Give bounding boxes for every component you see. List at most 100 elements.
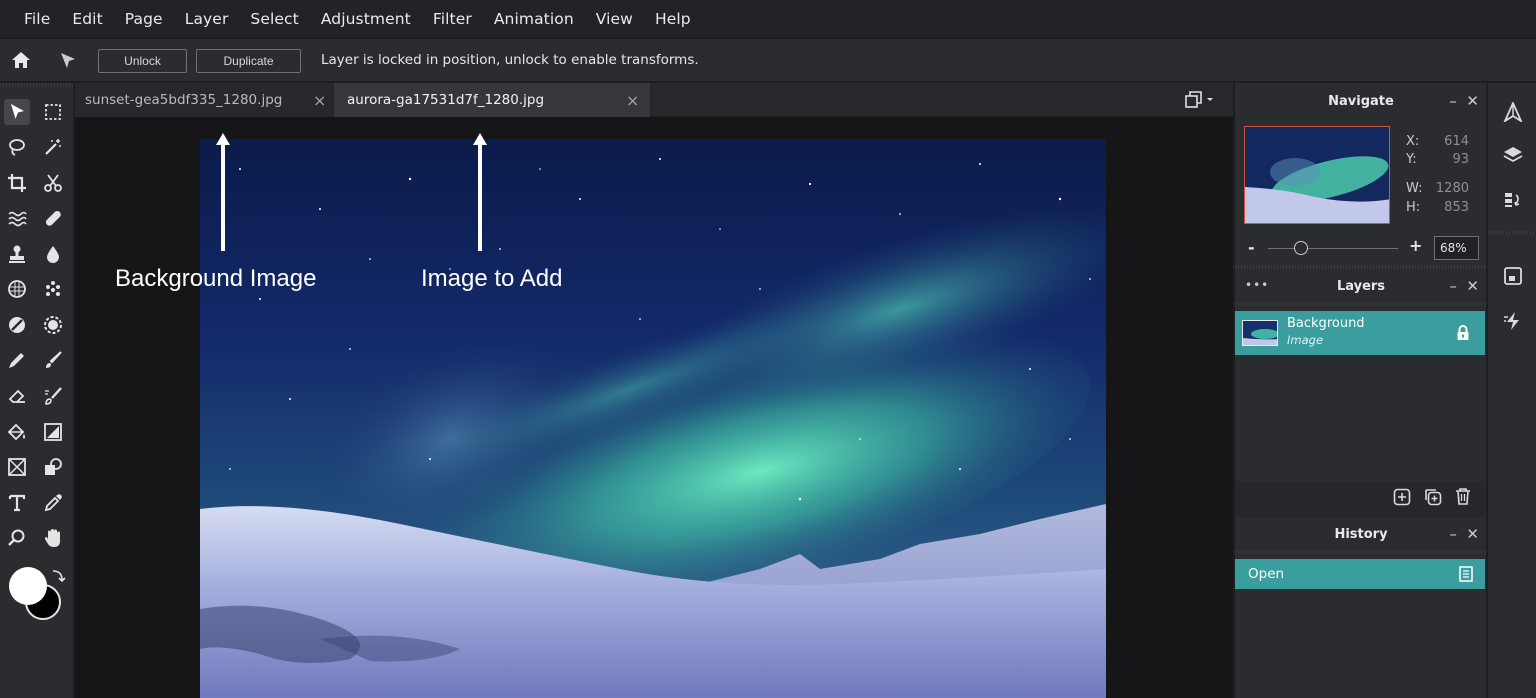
swap-colors-icon[interactable] <box>50 568 66 588</box>
w-value: 1280 <box>1435 181 1469 196</box>
navigator-thumbnail[interactable] <box>1244 126 1390 224</box>
home-icon[interactable] <box>11 50 31 74</box>
lock-status-message: Layer is locked in position, unlock to e… <box>321 52 699 68</box>
magic-wand-icon[interactable] <box>40 134 66 160</box>
arrow-up-icon <box>473 133 487 251</box>
dodge-icon[interactable] <box>4 312 30 338</box>
panel-divider <box>1235 302 1487 306</box>
menu-file[interactable]: File <box>20 10 54 28</box>
w-label: W: <box>1406 181 1423 196</box>
panel-grip <box>1488 231 1536 235</box>
minimize-icon[interactable]: – <box>1449 525 1457 543</box>
menu-view[interactable]: View <box>592 10 637 28</box>
zoom-slider-track[interactable] <box>1268 248 1398 249</box>
history-toggle-icon[interactable] <box>1500 187 1526 213</box>
liquify-icon[interactable] <box>4 205 30 231</box>
pointer-icon[interactable] <box>58 51 78 75</box>
move-tool-icon[interactable] <box>4 99 30 125</box>
layers-toggle-icon[interactable] <box>1500 141 1526 167</box>
lock-icon[interactable] <box>1456 325 1470 345</box>
close-icon[interactable]: ✕ <box>1466 92 1479 110</box>
close-icon[interactable]: ✕ <box>1466 277 1479 295</box>
actions-toggle-icon[interactable] <box>1500 308 1526 334</box>
close-icon[interactable]: × <box>313 91 326 110</box>
document-icon <box>1459 566 1473 586</box>
marquee-select-icon[interactable] <box>40 99 66 125</box>
layer-thumbnail <box>1242 320 1278 346</box>
panel-controls[interactable]: – ✕ <box>1449 277 1479 295</box>
spray-icon[interactable] <box>40 276 66 302</box>
bandage-icon[interactable] <box>40 205 66 231</box>
primary-color-swatch[interactable] <box>9 567 47 605</box>
tab-label: sunset-gea5bdf335_1280.jpg <box>85 92 283 108</box>
navigator-toggle-icon[interactable] <box>1500 99 1526 125</box>
background-image-annotation: Background Image <box>115 265 317 292</box>
minimize-icon[interactable]: – <box>1449 277 1457 295</box>
pattern-icon[interactable] <box>4 276 30 302</box>
smudge-icon[interactable] <box>40 383 66 409</box>
menu-layer[interactable]: Layer <box>181 10 233 28</box>
bucket-icon[interactable] <box>4 419 30 445</box>
menu-select[interactable]: Select <box>246 10 302 28</box>
properties-toggle-icon[interactable] <box>1500 263 1526 289</box>
menu-adjustment[interactable]: Adjustment <box>317 10 415 28</box>
tab-sunset[interactable]: sunset-gea5bdf335_1280.jpg × <box>75 83 334 117</box>
layout-icon[interactable] <box>1185 91 1217 113</box>
trash-icon[interactable] <box>1455 487 1471 510</box>
menu-filter[interactable]: Filter <box>429 10 476 28</box>
menu-help[interactable]: Help <box>651 10 695 28</box>
right-panels: Navigate – ✕ X: 614 Y: 93 W: 1280 H: 853… <box>1234 83 1487 698</box>
navigate-header: Navigate – ✕ <box>1235 85 1487 117</box>
menu-animation[interactable]: Animation <box>490 10 578 28</box>
hand-icon[interactable] <box>40 525 66 551</box>
sponge-icon[interactable] <box>40 312 66 338</box>
zoom-icon[interactable] <box>4 525 30 551</box>
zoom-level-field[interactable]: 68% <box>1434 236 1479 260</box>
zoom-in-button[interactable]: + <box>1409 236 1422 255</box>
zoom-out-button[interactable]: - <box>1248 238 1255 257</box>
duplicate-button[interactable]: Duplicate <box>196 49 301 73</box>
history-item[interactable]: Open <box>1235 559 1485 589</box>
unlock-button[interactable]: Unlock <box>98 49 187 73</box>
layer-row[interactable]: Background Image <box>1235 311 1485 355</box>
brush-icon[interactable] <box>40 347 66 373</box>
crop-icon[interactable] <box>4 170 30 196</box>
panel-controls[interactable]: – ✕ <box>1449 92 1479 110</box>
eraser-icon[interactable] <box>4 383 30 409</box>
panel-controls[interactable]: – ✕ <box>1449 525 1479 543</box>
add-layer-icon[interactable] <box>1393 488 1411 510</box>
drop-icon[interactable] <box>40 241 66 267</box>
zoom-slider-handle[interactable] <box>1293 241 1308 255</box>
y-label: Y: <box>1406 152 1417 167</box>
panel-toggle-strip <box>1487 83 1536 698</box>
menu-page[interactable]: Page <box>121 10 167 28</box>
scissors-icon[interactable] <box>40 170 66 196</box>
layer-name: Background <box>1287 316 1365 331</box>
panel-divider <box>1235 265 1487 269</box>
menu-edit[interactable]: Edit <box>68 10 106 28</box>
eyedropper-icon[interactable] <box>40 490 66 516</box>
tab-label: aurora-ga17531d7f_1280.jpg <box>347 92 545 108</box>
canvas-area[interactable]: Background Image Image to Add <box>75 117 1233 698</box>
layers-header: ••• Layers – ✕ <box>1235 270 1487 302</box>
panel-divider <box>1235 550 1487 554</box>
document-tabs: sunset-gea5bdf335_1280.jpg × aurora-ga17… <box>75 83 1233 117</box>
text-tool-icon[interactable] <box>4 490 30 516</box>
lasso-icon[interactable] <box>4 134 30 160</box>
shape-frame-icon[interactable] <box>4 454 30 480</box>
duplicate-layer-icon[interactable] <box>1424 488 1442 510</box>
minimize-icon[interactable]: – <box>1449 92 1457 110</box>
aurora-image[interactable] <box>200 139 1106 698</box>
stamp-icon[interactable] <box>4 241 30 267</box>
tab-aurora[interactable]: aurora-ga17531d7f_1280.jpg × <box>334 83 650 117</box>
options-toolbar: Unlock Duplicate Layer is locked in posi… <box>0 38 1536 82</box>
shapes-icon[interactable] <box>40 454 66 480</box>
layers-footer <box>1235 481 1485 517</box>
layer-type: Image <box>1287 333 1324 347</box>
close-icon[interactable]: × <box>626 91 639 110</box>
pen-icon[interactable] <box>4 347 30 373</box>
arrow-up-icon <box>216 133 230 251</box>
gradient-icon[interactable] <box>40 419 66 445</box>
x-value: 614 <box>1444 134 1469 149</box>
close-icon[interactable]: ✕ <box>1466 525 1479 543</box>
